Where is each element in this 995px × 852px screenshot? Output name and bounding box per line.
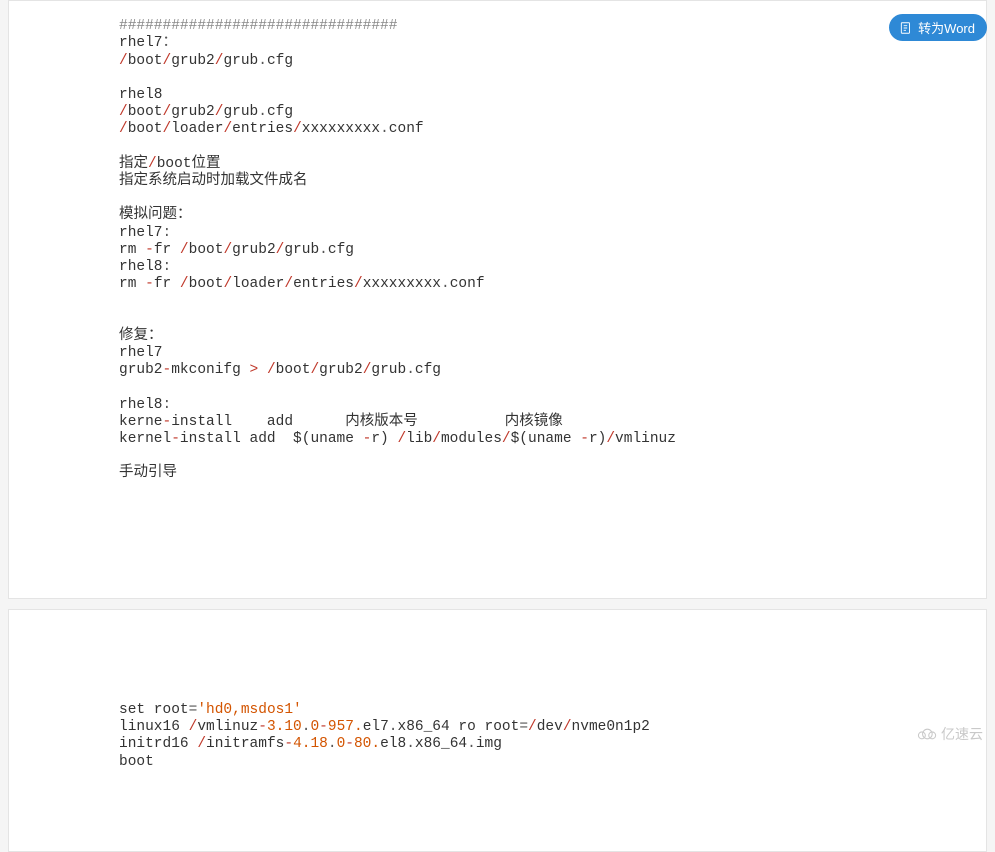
code-block-2: set root='hd0,msdos1' linux16 /vmlinuz-3… xyxy=(8,609,987,852)
convert-to-word-button[interactable]: 转为Word xyxy=(889,14,987,41)
brand-watermark: 亿速云 xyxy=(915,724,983,744)
cloud-icon xyxy=(915,727,937,741)
hash-row: ################################ xyxy=(119,18,397,34)
brand-text: 亿速云 xyxy=(941,724,983,744)
article-container: ################################ rhel7： … xyxy=(8,0,987,752)
convert-to-word-label: 转为Word xyxy=(918,18,975,37)
word-icon xyxy=(899,21,913,35)
code-block-1: ################################ rhel7： … xyxy=(8,0,987,599)
